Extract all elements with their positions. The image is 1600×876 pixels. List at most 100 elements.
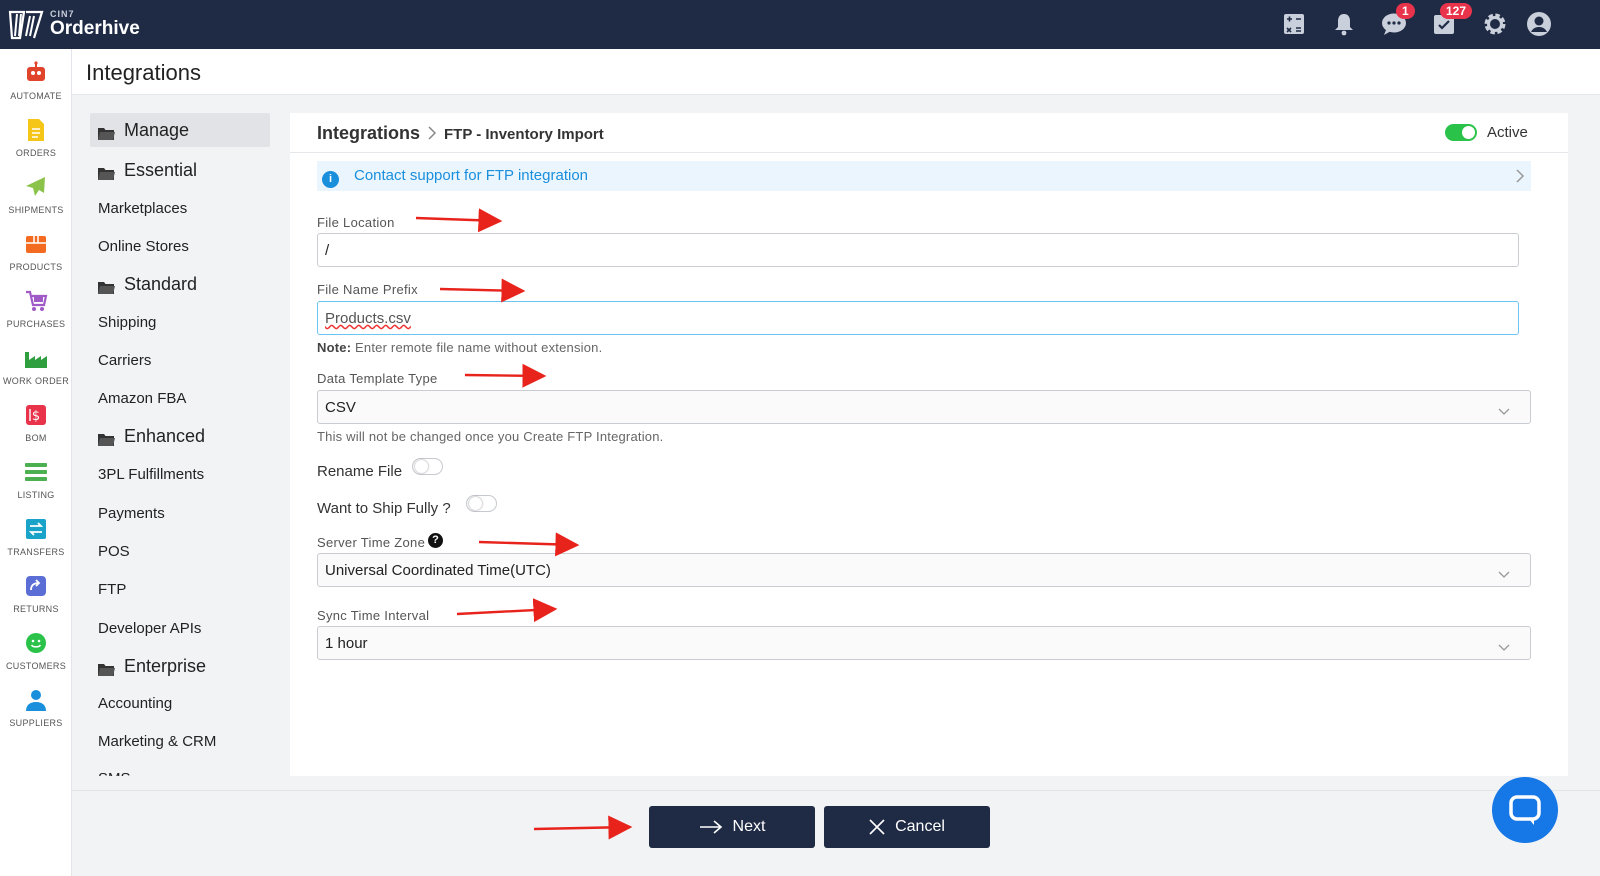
template-type-select[interactable]: CSV — [317, 390, 1531, 424]
file-prefix-value: Products.csv — [325, 310, 411, 327]
submenu-ftp[interactable]: FTP — [90, 572, 270, 606]
ship-fully-toggle[interactable] — [466, 495, 497, 512]
note-bold: Note: — [317, 340, 352, 355]
breadcrumb-root[interactable]: Integrations — [317, 123, 420, 144]
chevron-right-icon — [1515, 168, 1525, 189]
chevron-down-icon — [1498, 403, 1510, 420]
rail-label: SHIPMENTS — [8, 205, 64, 215]
submenu-standard[interactable]: Standard — [90, 267, 270, 301]
robot-icon — [23, 60, 49, 86]
submenu-carriers[interactable]: Carriers — [90, 343, 270, 377]
info-icon: i — [322, 171, 339, 188]
next-button[interactable]: Next — [649, 806, 815, 848]
rail-label: TRANSFERS — [7, 547, 65, 557]
cin7-logo-icon — [8, 6, 44, 42]
rail-label: SUPPLIERS — [9, 718, 63, 728]
factory-icon — [23, 345, 49, 371]
rail-item-automate[interactable]: AUTOMATE — [0, 54, 72, 110]
box-icon — [23, 231, 49, 257]
rail-item-purchases[interactable]: PURCHASES — [0, 282, 72, 338]
submenu-amazon-fba[interactable]: Amazon FBA — [90, 381, 270, 415]
chevron-down-icon — [1498, 639, 1510, 656]
chat-badge: 1 — [1396, 3, 1415, 19]
rail-item-returns[interactable]: RETURNS — [0, 567, 72, 623]
submenu-online-stores[interactable]: Online Stores — [90, 229, 270, 263]
top-bar: CIN7 Orderhive 1 127 — [0, 0, 1600, 49]
rail-label: RETURNS — [13, 604, 59, 614]
svg-text:$: $ — [32, 409, 40, 424]
rail-label: AUTOMATE — [10, 91, 62, 101]
bell-icon[interactable] — [1330, 10, 1358, 38]
rail-item-products[interactable]: PRODUCTS — [0, 225, 72, 281]
chat-bubble-icon — [1509, 795, 1541, 825]
file-location-input[interactable]: / — [317, 233, 1519, 267]
submenu-accounting[interactable]: Accounting — [90, 686, 270, 720]
submenu-shipping[interactable]: Shipping — [90, 305, 270, 339]
template-type-value: CSV — [325, 399, 356, 416]
rail-label: PURCHASES — [6, 319, 66, 329]
submenu-enhanced[interactable]: Enhanced — [90, 419, 270, 453]
orders-icon — [23, 117, 49, 143]
submenu-payments[interactable]: Payments — [90, 496, 270, 530]
submenu-3pl-fulfillments[interactable]: 3PL Fulfillments — [90, 457, 270, 491]
brand-name: Orderhive — [50, 18, 140, 39]
folder-icon — [98, 124, 115, 140]
listing-icon — [23, 459, 49, 485]
user-avatar-icon[interactable] — [1525, 10, 1553, 38]
submenu-label: Standard — [124, 273, 198, 294]
submenu-pos[interactable]: POS — [90, 534, 270, 568]
tasks-icon[interactable]: 127 — [1430, 3, 1473, 38]
cancel-button[interactable]: Cancel — [824, 806, 990, 848]
customers-icon — [23, 630, 49, 656]
file-location-label: File Location — [317, 215, 395, 230]
sync-interval-select[interactable]: 1 hour — [317, 626, 1531, 660]
breadcrumb-current: FTP - Inventory Import — [444, 126, 604, 143]
support-link[interactable]: Contact support for FTP integration — [354, 167, 588, 184]
tasks-badge: 127 — [1440, 3, 1473, 19]
submenu-marketplaces[interactable]: Marketplaces — [90, 191, 270, 225]
rail-label: WORK ORDER — [3, 376, 69, 386]
time-zone-select[interactable]: Universal Coordinated Time(UTC) — [317, 553, 1531, 587]
rail-item-bom[interactable]: $ BOM — [0, 396, 72, 452]
folder-icon — [98, 278, 115, 294]
note-text: Enter remote file name without extension… — [355, 340, 603, 355]
transfers-icon — [23, 516, 49, 542]
rail-item-transfers[interactable]: TRANSFERS — [0, 510, 72, 566]
folder-icon — [98, 660, 115, 676]
page-title: Integrations — [86, 60, 201, 85]
file-prefix-label: File Name Prefix — [317, 282, 418, 297]
next-label: Next — [732, 818, 766, 835]
rail-item-orders[interactable]: ORDERS — [0, 111, 72, 167]
cart-icon — [23, 288, 49, 314]
chat-icon[interactable]: 1 — [1380, 3, 1415, 38]
submenu-marketing-crm[interactable]: Marketing & CRM — [90, 724, 270, 758]
time-zone-label: Server Time Zone — [317, 535, 426, 550]
rail-item-shipments[interactable]: SHIPMENTS — [0, 168, 72, 224]
rail-item-work-order[interactable]: WORK ORDER — [0, 339, 72, 395]
file-prefix-input[interactable]: Products.csv — [317, 301, 1519, 335]
gear-icon[interactable] — [1481, 10, 1509, 38]
suppliers-icon — [23, 687, 49, 713]
submenu-manage[interactable]: Manage — [90, 113, 270, 147]
rename-file-toggle[interactable] — [412, 458, 443, 475]
rail-item-suppliers[interactable]: SUPPLIERS — [0, 681, 72, 737]
rail-item-customers[interactable]: CUSTOMERS — [0, 624, 72, 680]
chevron-down-icon — [1498, 566, 1510, 583]
integrations-submenu: Manage Essential Marketplaces Online Sto… — [90, 113, 270, 776]
submenu-label: Essential — [124, 159, 198, 180]
submenu-enterprise[interactable]: Enterprise — [90, 649, 270, 683]
ftp-integration-panel: Integrations FTP - Inventory Import Acti… — [290, 113, 1568, 776]
calculator-icon[interactable] — [1280, 10, 1308, 38]
submenu-sms[interactable]: SMS — [90, 761, 270, 777]
rail-label: ORDERS — [15, 148, 57, 158]
rail-item-listing[interactable]: LISTING — [0, 453, 72, 509]
help-icon[interactable]: ? — [428, 533, 443, 548]
submenu-essential[interactable]: Essential — [90, 153, 270, 187]
brand-logo[interactable]: CIN7 Orderhive — [8, 6, 140, 42]
support-chat-button[interactable] — [1492, 777, 1558, 843]
submenu-developer-apis[interactable]: Developer APIs — [90, 611, 270, 645]
template-type-note: This will not be changed once you Create… — [317, 429, 664, 444]
sync-interval-value: 1 hour — [325, 635, 368, 652]
active-toggle[interactable] — [1445, 124, 1477, 141]
support-info-bar[interactable]: i Contact support for FTP integration — [317, 161, 1531, 191]
